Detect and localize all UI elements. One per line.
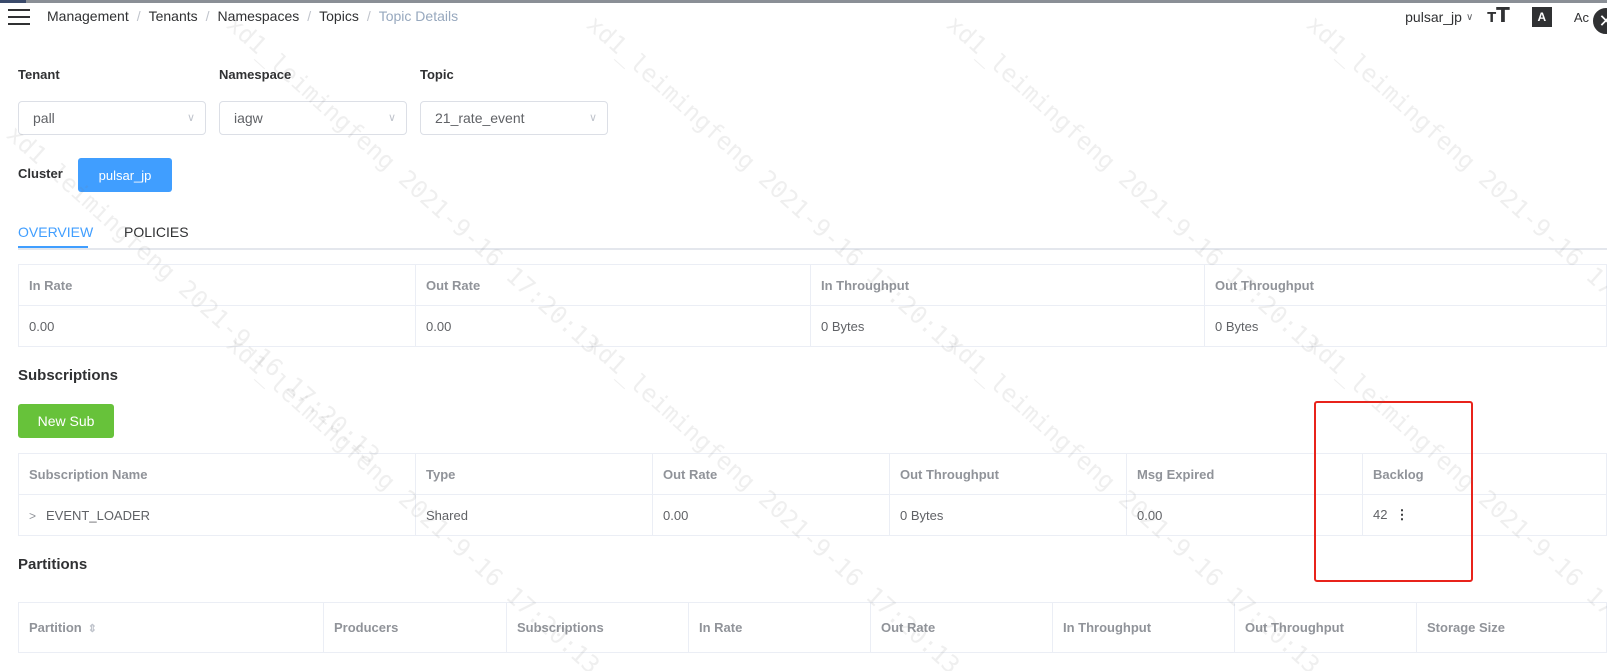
partitions-title: Partitions — [18, 556, 88, 573]
subscription-name-cell: > EVENT_LOADER — [18, 494, 416, 536]
topic-label: Topic — [420, 67, 454, 82]
text-size-icon[interactable]: TT — [1487, 5, 1510, 29]
close-icon[interactable]: ✕ — [1591, 6, 1607, 36]
overview-stats-table: In Rate Out Rate In Throughput Out Throu… — [18, 264, 1607, 347]
chevron-down-icon: ∨ — [1465, 11, 1474, 23]
column-header-out-rate: Out Rate — [870, 602, 1053, 653]
top-border-accent — [0, 0, 26, 3]
breadcrumb-tenants[interactable]: Tenants — [149, 8, 198, 24]
breadcrumb-separator: / — [136, 8, 141, 24]
language-icon[interactable]: A — [1531, 7, 1552, 27]
tab-overview[interactable]: OVERVIEW — [18, 224, 93, 240]
namespace-label: Namespace — [219, 67, 292, 82]
hamburger-menu-icon[interactable] — [8, 9, 30, 25]
partition-header-label: Partition — [29, 620, 82, 635]
breadcrumb-separator: / — [205, 8, 210, 24]
new-sub-button[interactable]: New Sub — [18, 404, 114, 438]
subscription-out-throughput: 0 Bytes — [889, 494, 1127, 536]
tenant-select[interactable]: pall ∨ — [18, 101, 206, 135]
language-icon-glyph: A — [1537, 10, 1547, 24]
partitions-table: Partition ⇕ Producers Subscriptions In Ra… — [18, 602, 1607, 653]
column-header-out-throughput: Out Throughput — [1234, 602, 1417, 653]
table-row: 0.00 0.00 0 Bytes 0 Bytes — [18, 305, 1607, 347]
breadcrumb-topic-details: Topic Details — [378, 8, 459, 24]
column-header-subscriptions: Subscriptions — [506, 602, 689, 653]
cluster-dropdown-label: pulsar_jp — [1405, 9, 1462, 25]
column-header-out-throughput: Out Throughput — [1204, 264, 1607, 306]
chevron-down-icon: ∨ — [387, 112, 396, 124]
subscription-name: EVENT_LOADER — [46, 507, 151, 523]
subscription-type: Shared — [415, 494, 653, 536]
in-rate-value: 0.00 — [18, 305, 416, 347]
table-header-row: Subscription Name Type Out Rate Out Thro… — [18, 453, 1607, 495]
column-header-in-throughput: In Throughput — [810, 264, 1205, 306]
column-header-subscription-name: Subscription Name — [18, 453, 416, 495]
sort-icon[interactable]: ⇕ — [88, 622, 97, 635]
namespace-select[interactable]: iagw ∨ — [219, 101, 407, 135]
tenant-label: Tenant — [18, 67, 60, 82]
cluster-label: Cluster — [18, 166, 63, 181]
column-header-backlog: Backlog — [1362, 453, 1607, 495]
more-vertical-icon[interactable]: ⋮ — [1395, 507, 1408, 523]
breadcrumb-namespaces[interactable]: Namespaces — [218, 8, 300, 24]
chevron-down-icon: ∨ — [588, 112, 597, 124]
breadcrumb-topics[interactable]: Topics — [319, 8, 359, 24]
subscriptions-title: Subscriptions — [18, 367, 119, 384]
column-header-msg-expired: Msg Expired — [1126, 453, 1363, 495]
subscription-msg-expired: 0.00 — [1126, 494, 1363, 536]
tab-policies[interactable]: POLICIES — [124, 224, 189, 240]
column-header-out-throughput: Out Throughput — [889, 453, 1127, 495]
subscription-out-rate: 0.00 — [652, 494, 890, 536]
out-rate-value: 0.00 — [415, 305, 811, 347]
active-tab-indicator — [18, 246, 88, 248]
user-name[interactable]: Ac — [1574, 10, 1589, 25]
table-header-row: In Rate Out Rate In Throughput Out Throu… — [18, 264, 1607, 306]
subscription-backlog: 42 — [1373, 507, 1388, 522]
column-header-out-rate: Out Rate — [415, 264, 811, 306]
tab-bar: OVERVIEW POLICIES — [18, 220, 1607, 250]
subscription-backlog-cell: 42 ⋮ — [1362, 494, 1607, 536]
topic-select-value: 21_rate_event — [435, 110, 525, 126]
column-header-partition[interactable]: Partition ⇕ — [18, 602, 324, 653]
tenant-select-value: pall — [33, 110, 55, 126]
header-right-tools: pulsar_jp ∨ TT A Ac ✕ — [1405, 4, 1607, 36]
table-row: > EVENT_LOADER Shared 0.00 0 Bytes 0.00 4… — [18, 494, 1607, 536]
breadcrumb: Management / Tenants / Namespaces / Topi… — [47, 8, 458, 24]
top-navbar: Management / Tenants / Namespaces / Topi… — [0, 0, 1607, 36]
cluster-button[interactable]: pulsar_jp — [78, 158, 172, 192]
column-header-in-throughput: In Throughput — [1052, 602, 1235, 653]
breadcrumb-separator: / — [366, 8, 371, 24]
in-throughput-value: 0 Bytes — [810, 305, 1205, 347]
column-header-storage-size: Storage Size — [1416, 602, 1607, 653]
subscriptions-table: Subscription Name Type Out Rate Out Thro… — [18, 453, 1607, 536]
chevron-down-icon: ∨ — [186, 112, 195, 124]
column-header-in-rate: In Rate — [18, 264, 416, 306]
column-header-producers: Producers — [323, 602, 507, 653]
breadcrumb-management[interactable]: Management — [47, 8, 129, 24]
close-icon-glyph: ✕ — [1598, 10, 1607, 31]
chevron-right-icon[interactable]: > — [29, 509, 36, 523]
column-header-type: Type — [415, 453, 653, 495]
top-border — [0, 0, 1607, 3]
topic-select[interactable]: 21_rate_event ∨ — [420, 101, 608, 135]
cluster-dropdown[interactable]: pulsar_jp ∨ — [1405, 9, 1473, 25]
table-header-row: Partition ⇕ Producers Subscriptions In Ra… — [18, 602, 1607, 653]
out-throughput-value: 0 Bytes — [1204, 305, 1607, 347]
column-header-out-rate: Out Rate — [652, 453, 890, 495]
breadcrumb-separator: / — [307, 8, 312, 24]
namespace-select-value: iagw — [234, 110, 263, 126]
column-header-in-rate: In Rate — [688, 602, 871, 653]
